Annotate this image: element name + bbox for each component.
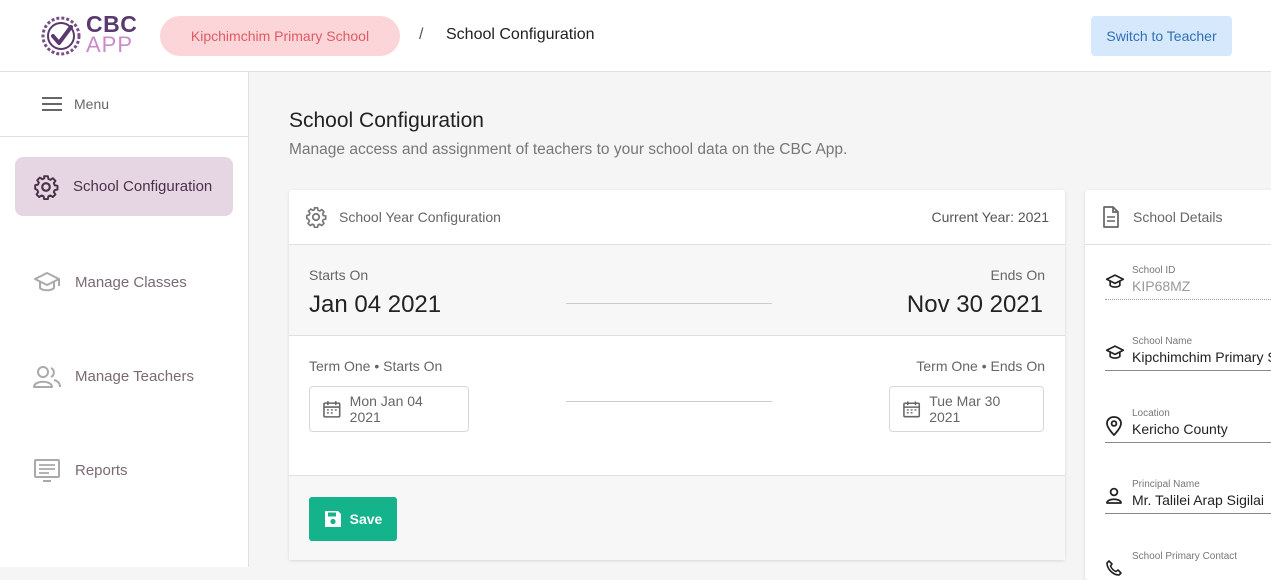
gear-icon (34, 174, 59, 200)
save-label: Save (349, 511, 383, 527)
year-start-date: Jan 04 2021 (309, 291, 442, 318)
people-icon (33, 365, 61, 388)
gear-icon (306, 207, 327, 228)
logo-app: APP (86, 32, 134, 57)
card-footer: Save (289, 476, 1065, 560)
sidebar-item-label: Manage Teachers (75, 368, 194, 385)
switch-to-teacher-button[interactable]: Switch to Teacher (1091, 16, 1232, 56)
field-label: Principal Name (1132, 479, 1200, 490)
divider-line (566, 303, 772, 304)
breadcrumb-separator: / (419, 26, 424, 43)
card-title: School Year Configuration (339, 209, 501, 225)
term-end-date-value: Tue Mar 30 2021 (929, 393, 1001, 425)
card-header: School Details (1085, 190, 1271, 245)
graduation-cap-icon (1105, 274, 1125, 288)
field-value: KIP68MZ (1132, 278, 1191, 294)
field-label: School Primary Contact (1132, 551, 1238, 562)
field-label: Location (1132, 408, 1170, 419)
starts-on-label: Starts On (309, 267, 369, 283)
sidebar-item-label: Reports (75, 462, 128, 479)
field-label: School Name (1132, 336, 1193, 347)
term-start-date-value: Mon Jan 04 2021 (349, 393, 423, 425)
calendar-icon (323, 401, 341, 418)
ends-on-label: Ends On (990, 267, 1045, 283)
term-start-date-picker[interactable]: Mon Jan 04 2021 (309, 386, 469, 432)
breadcrumb-title: School Configuration (446, 26, 595, 43)
menu-toggle[interactable]: Menu (0, 72, 248, 137)
card-header: School Year Configuration Current Year: … (289, 190, 1065, 245)
field-underline (1105, 513, 1271, 514)
year-dates-band: Starts On Jan 04 2021 Ends On Nov 30 202… (289, 245, 1065, 336)
graduation-cap-icon (34, 271, 60, 291)
sidebar-item-label: School Configuration (73, 178, 213, 195)
app-logo[interactable]: CBC APP (40, 13, 140, 59)
phone-icon (1106, 560, 1122, 576)
field-value: Kericho County (1132, 421, 1228, 437)
school-details-card: School Details School ID KIP68MZ School … (1085, 190, 1271, 580)
sidebar-item-manage-classes[interactable]: Manage Classes (15, 253, 233, 312)
sidebar-item-school-configuration[interactable]: School Configuration (15, 157, 233, 216)
sidebar-item-label: Manage Classes (75, 274, 187, 291)
school-year-card: School Year Configuration Current Year: … (289, 190, 1065, 560)
document-icon (1103, 206, 1119, 228)
school-selector-pill[interactable]: Kipchimchim Primary School (160, 16, 400, 56)
field-underline (1105, 442, 1271, 443)
field-label: School ID (1132, 265, 1176, 276)
sidebar-item-manage-teachers[interactable]: Manage Teachers (15, 347, 233, 406)
year-end-date: Nov 30 2021 (906, 291, 1043, 318)
monitor-icon (34, 458, 60, 482)
sidebar-item-reports[interactable]: Reports (15, 441, 233, 500)
logo-text: CBC APP (86, 13, 137, 56)
page-title: School Configuration (289, 109, 484, 132)
term-end-date-picker[interactable]: Tue Mar 30 2021 (889, 386, 1044, 432)
hamburger-icon (42, 97, 62, 111)
sidebar: Menu School Configuration Manage Classes… (0, 72, 249, 567)
floppy-disk-icon (324, 511, 341, 527)
page-subtitle: Manage access and assignment of teachers… (289, 141, 848, 158)
menu-label: Menu (74, 96, 110, 112)
logo-check-icon (41, 16, 81, 56)
person-icon (1106, 487, 1122, 504)
save-button[interactable]: Save (309, 497, 397, 541)
divider-line (566, 401, 772, 402)
term-ends-label: Term One • Ends On (916, 358, 1045, 374)
calendar-icon (903, 401, 921, 418)
field-value: Mr. Talilei Arap Sigilai (1132, 492, 1265, 508)
card-title: School Details (1133, 209, 1223, 225)
current-year-label: Current Year: 2021 (931, 209, 1049, 225)
field-underline (1105, 299, 1271, 300)
location-pin-icon (1106, 416, 1122, 436)
graduation-cap-icon (1105, 345, 1125, 359)
top-bar: CBC APP Kipchimchim Primary School / Sch… (0, 0, 1271, 72)
field-value: Kipchimchim Primary S (1132, 349, 1271, 365)
field-underline (1105, 370, 1271, 371)
term-starts-label: Term One • Starts On (309, 358, 443, 374)
term-dates-band: Term One • Starts On Mon Jan 04 2021 Ter… (289, 336, 1065, 476)
